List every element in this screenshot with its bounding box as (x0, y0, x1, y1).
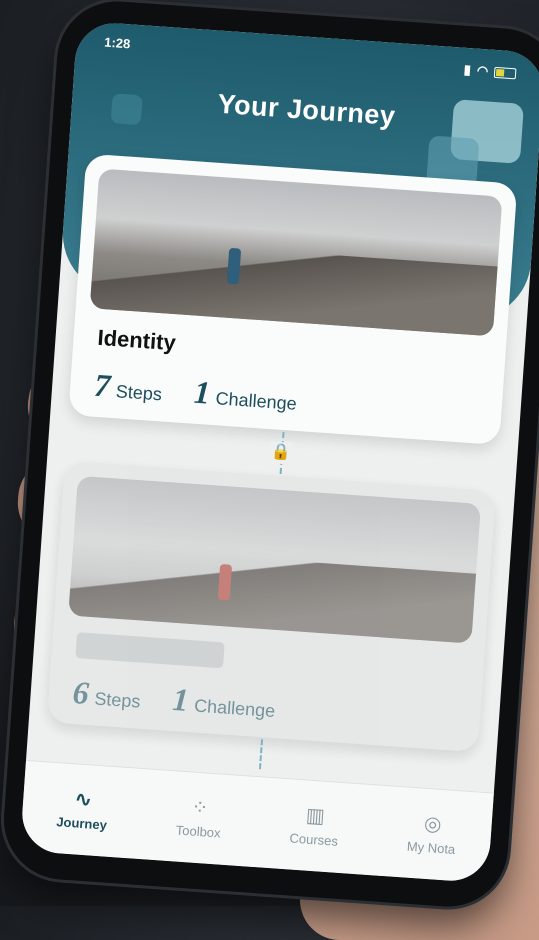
route-icon: ∿ (74, 787, 93, 812)
phone-frame: 1:28 ▮ ◠ Your Journey Identity 7 Steps 1… (0, 0, 539, 911)
journey-card-identity[interactable]: Identity 7 Steps 1 Challenge (68, 153, 518, 446)
steps-count: 6 Steps (71, 674, 142, 712)
grid-icon: ⁘ (190, 796, 210, 820)
tab-toolbox[interactable]: ⁘ Toolbox (175, 796, 223, 840)
lock-icon: 🔒 (269, 441, 293, 465)
tab-my-nota[interactable]: ◎ My Nota (406, 812, 457, 856)
fingerprint-icon: ◎ (423, 812, 443, 836)
card-image-summit (68, 475, 481, 644)
journey-path (258, 739, 264, 770)
challenge-count: 1 Challenge (171, 680, 276, 722)
challenge-count: 1 Challenge (192, 373, 298, 414)
tab-journey[interactable]: ∿ Journey (56, 788, 109, 832)
books-icon: ▥ (305, 804, 326, 828)
battery-icon (493, 66, 517, 79)
card-title-placeholder (75, 632, 225, 669)
steps-count: 7 Steps (93, 366, 163, 405)
card-image-hiker (89, 168, 503, 337)
card-title: Identity (96, 324, 177, 356)
tab-courses[interactable]: ▥ Courses (289, 804, 340, 848)
wifi-icon: ◠ (476, 62, 489, 79)
journey-card-locked[interactable]: 6 Steps 1 Challenge (46, 460, 496, 753)
signal-icon: ▮ (463, 61, 472, 78)
bottom-tab-bar: ∿ Journey ⁘ Toolbox ▥ Courses ◎ My Nota (19, 759, 494, 884)
status-time: 1:28 (103, 34, 131, 52)
app-screen: 1:28 ▮ ◠ Your Journey Identity 7 Steps 1… (19, 20, 539, 884)
